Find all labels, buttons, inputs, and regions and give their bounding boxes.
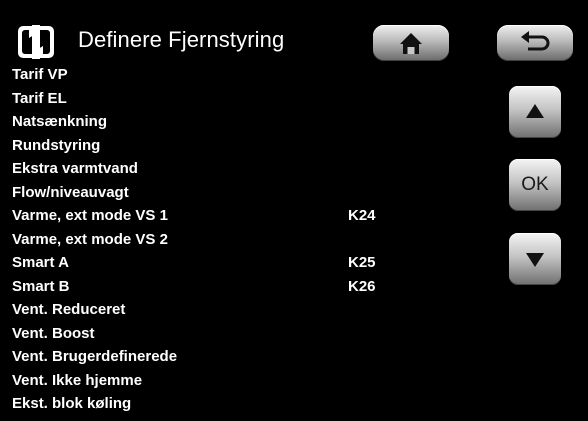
item-label: Vent. Brugerdefinerede — [12, 348, 178, 365]
item-label: Rundstyring — [12, 136, 101, 154]
list-item[interactable]: Vent. Brugerdefinerede — [12, 345, 492, 369]
item-label: Natsænkning — [12, 113, 108, 130]
list-item[interactable]: Vent. Ikke hjemme — [12, 369, 492, 393]
item-label: Flow/niveauvagt — [12, 183, 129, 201]
list-item[interactable]: Rundstyring — [12, 134, 492, 158]
scroll-down-button[interactable] — [509, 233, 561, 285]
item-label: Varme, ext mode VS 2 — [12, 230, 168, 248]
list-item[interactable]: Smart A K25 — [12, 251, 492, 275]
list-item[interactable]: Tarif VP — [12, 63, 492, 87]
list-item[interactable]: Ekstra varmtvand — [12, 157, 492, 181]
up-arrow-icon — [526, 104, 544, 118]
list-item[interactable]: Varme, ext mode VS 1 K24 — [12, 204, 492, 228]
item-value: K26 — [348, 277, 376, 295]
ok-button[interactable]: OK — [509, 159, 561, 211]
home-button[interactable] — [373, 25, 449, 61]
item-label: Vent. Boost — [12, 324, 95, 342]
scroll-up-button[interactable] — [509, 86, 561, 138]
list-item[interactable]: Varme, ext mode VS 2 — [12, 228, 492, 252]
ok-label: OK — [521, 174, 549, 195]
home-icon — [400, 33, 422, 54]
list-item[interactable]: Smart B K26 — [12, 275, 492, 299]
item-label: Tarif VP — [12, 66, 68, 83]
remote-arrows-icon — [17, 25, 55, 59]
item-label: Ekst. blok køling — [12, 395, 132, 412]
list-item[interactable]: Tarif EL — [12, 87, 492, 111]
item-value: K25 — [348, 254, 376, 271]
settings-list: Tarif VP Tarif EL Natsænkning Rundstyrin… — [12, 63, 492, 416]
list-item[interactable]: Vent. Reduceret — [12, 298, 492, 322]
item-label: Vent. Ikke hjemme — [12, 371, 143, 389]
item-label: Varme, ext mode VS 1 — [12, 207, 168, 224]
back-button[interactable] — [497, 25, 573, 61]
down-arrow-icon — [526, 253, 544, 267]
list-item[interactable]: Vent. Boost — [12, 322, 492, 346]
item-label: Tarif EL — [12, 89, 67, 107]
page-title: Definere Fjernstyring — [78, 27, 285, 52]
item-label: Smart B — [12, 277, 70, 295]
item-value: K24 — [348, 207, 376, 224]
item-label: Ekstra varmtvand — [12, 160, 138, 177]
list-item[interactable]: Flow/niveauvagt — [12, 181, 492, 205]
list-item[interactable]: Natsænkning — [12, 110, 492, 134]
list-item[interactable]: Ekst. blok køling — [12, 392, 492, 416]
back-arrow-icon — [521, 31, 550, 51]
item-label: Vent. Reduceret — [12, 301, 126, 318]
item-label: Smart A — [12, 254, 69, 271]
